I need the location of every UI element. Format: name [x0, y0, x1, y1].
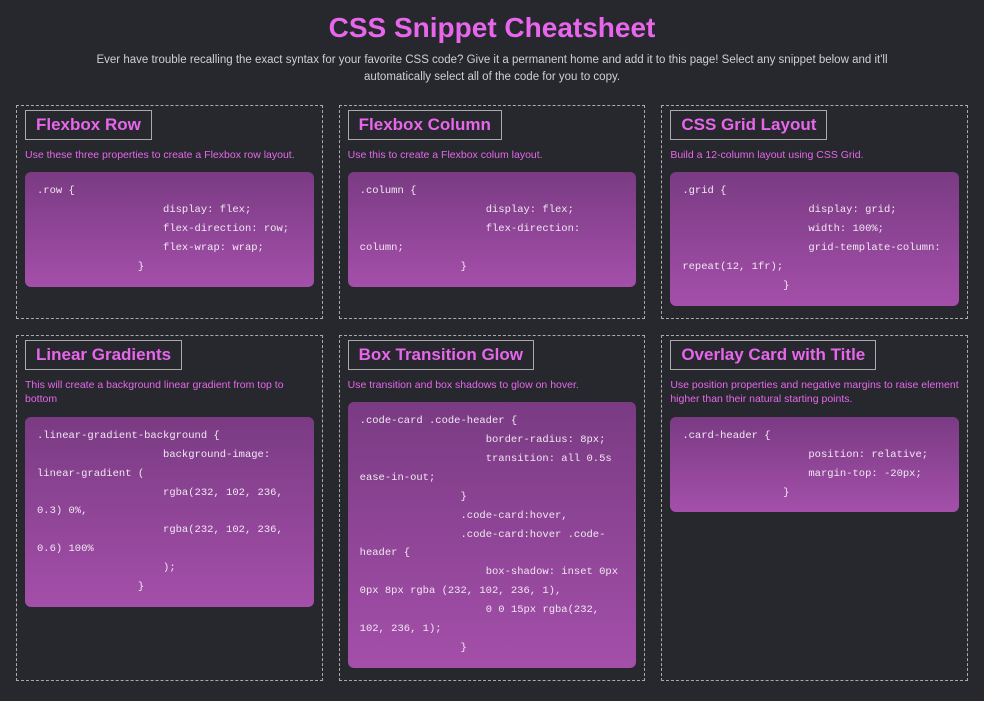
code-snippet[interactable]: .code-card .code-header { border-radius:… — [348, 402, 637, 668]
code-snippet[interactable]: .row { display: flex; flex-direction: ro… — [25, 172, 314, 286]
snippet-card: Linear Gradients This will create a back… — [16, 335, 323, 681]
code-snippet[interactable]: .column { display: flex; flex-direction:… — [348, 172, 637, 286]
card-title: Flexbox Row — [25, 110, 152, 140]
card-title: Overlay Card with Title — [670, 340, 876, 370]
card-description: Use these three properties to create a F… — [25, 148, 314, 163]
card-description: Use position properties and negative mar… — [670, 378, 959, 407]
snippet-card: Flexbox Column Use this to create a Flex… — [339, 105, 646, 319]
snippet-card: CSS Grid Layout Build a 12-column layout… — [661, 105, 968, 319]
code-snippet[interactable]: .linear-gradient-background { background… — [25, 417, 314, 607]
card-title: Flexbox Column — [348, 110, 502, 140]
card-description: Build a 12-column layout using CSS Grid. — [670, 148, 959, 163]
card-description: Use this to create a Flexbox colum layou… — [348, 148, 637, 163]
card-title: Box Transition Glow — [348, 340, 534, 370]
card-title: CSS Grid Layout — [670, 110, 827, 140]
code-snippet[interactable]: .grid { display: grid; width: 100%; grid… — [670, 172, 959, 305]
card-description: This will create a background linear gra… — [25, 378, 314, 407]
code-snippet[interactable]: .card-header { position: relative; margi… — [670, 417, 959, 513]
page-title: CSS Snippet Cheatsheet — [16, 12, 968, 44]
snippet-card: Overlay Card with Title Use position pro… — [661, 335, 968, 681]
card-title: Linear Gradients — [25, 340, 182, 370]
page-subtitle: Ever have trouble recalling the exact sy… — [62, 52, 922, 87]
snippet-card: Flexbox Row Use these three properties t… — [16, 105, 323, 319]
snippet-grid: Flexbox Row Use these three properties t… — [16, 105, 968, 681]
snippet-card: Box Transition Glow Use transition and b… — [339, 335, 646, 681]
card-description: Use transition and box shadows to glow o… — [348, 378, 637, 393]
